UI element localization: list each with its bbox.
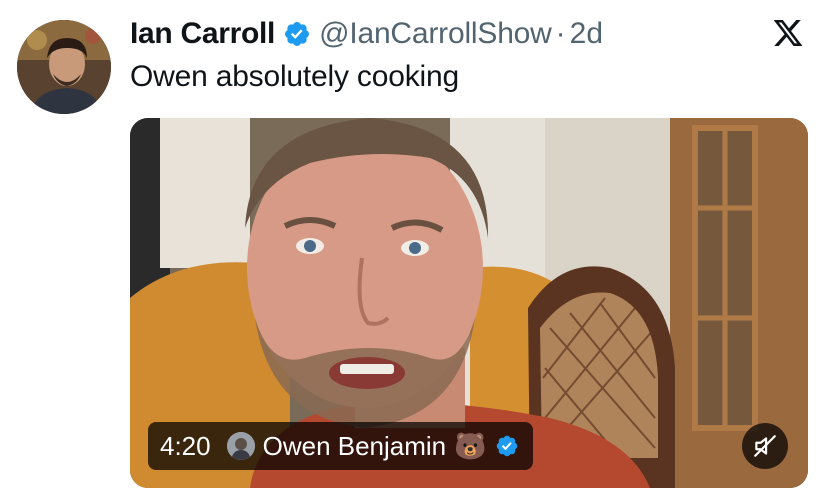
author-avatar[interactable] bbox=[17, 20, 111, 114]
x-logo-icon[interactable] bbox=[771, 17, 805, 49]
unmute-button[interactable] bbox=[742, 423, 788, 469]
author-display-name[interactable]: Ian Carroll bbox=[130, 17, 275, 51]
bear-emoji-icon: 🐻 bbox=[454, 431, 487, 461]
embedded-author-avatar bbox=[226, 432, 255, 460]
author-avatar-image bbox=[17, 20, 111, 114]
embedded-author-avatar-image bbox=[226, 432, 255, 460]
timestamp[interactable]: 2d bbox=[570, 17, 603, 51]
separator-dot: · bbox=[555, 17, 566, 50]
verified-badge-icon bbox=[285, 22, 310, 46]
embedded-author-name: Owen Benjamin bbox=[262, 430, 447, 461]
verified-badge-icon bbox=[496, 435, 517, 457]
tweet-text: Owen absolutely cooking bbox=[130, 60, 459, 93]
video-duration: 4:20 bbox=[160, 430, 211, 461]
muted-speaker-icon bbox=[754, 435, 776, 457]
tweet-header: Ian Carroll @IanCarrollShow · 2d bbox=[130, 14, 603, 54]
video-player[interactable]: 4:20 Owen Benjamin 🐻 bbox=[130, 118, 808, 488]
author-handle[interactable]: @IanCarrollShow bbox=[319, 17, 552, 51]
video-info-pill: 4:20 Owen Benjamin 🐻 bbox=[148, 422, 533, 470]
